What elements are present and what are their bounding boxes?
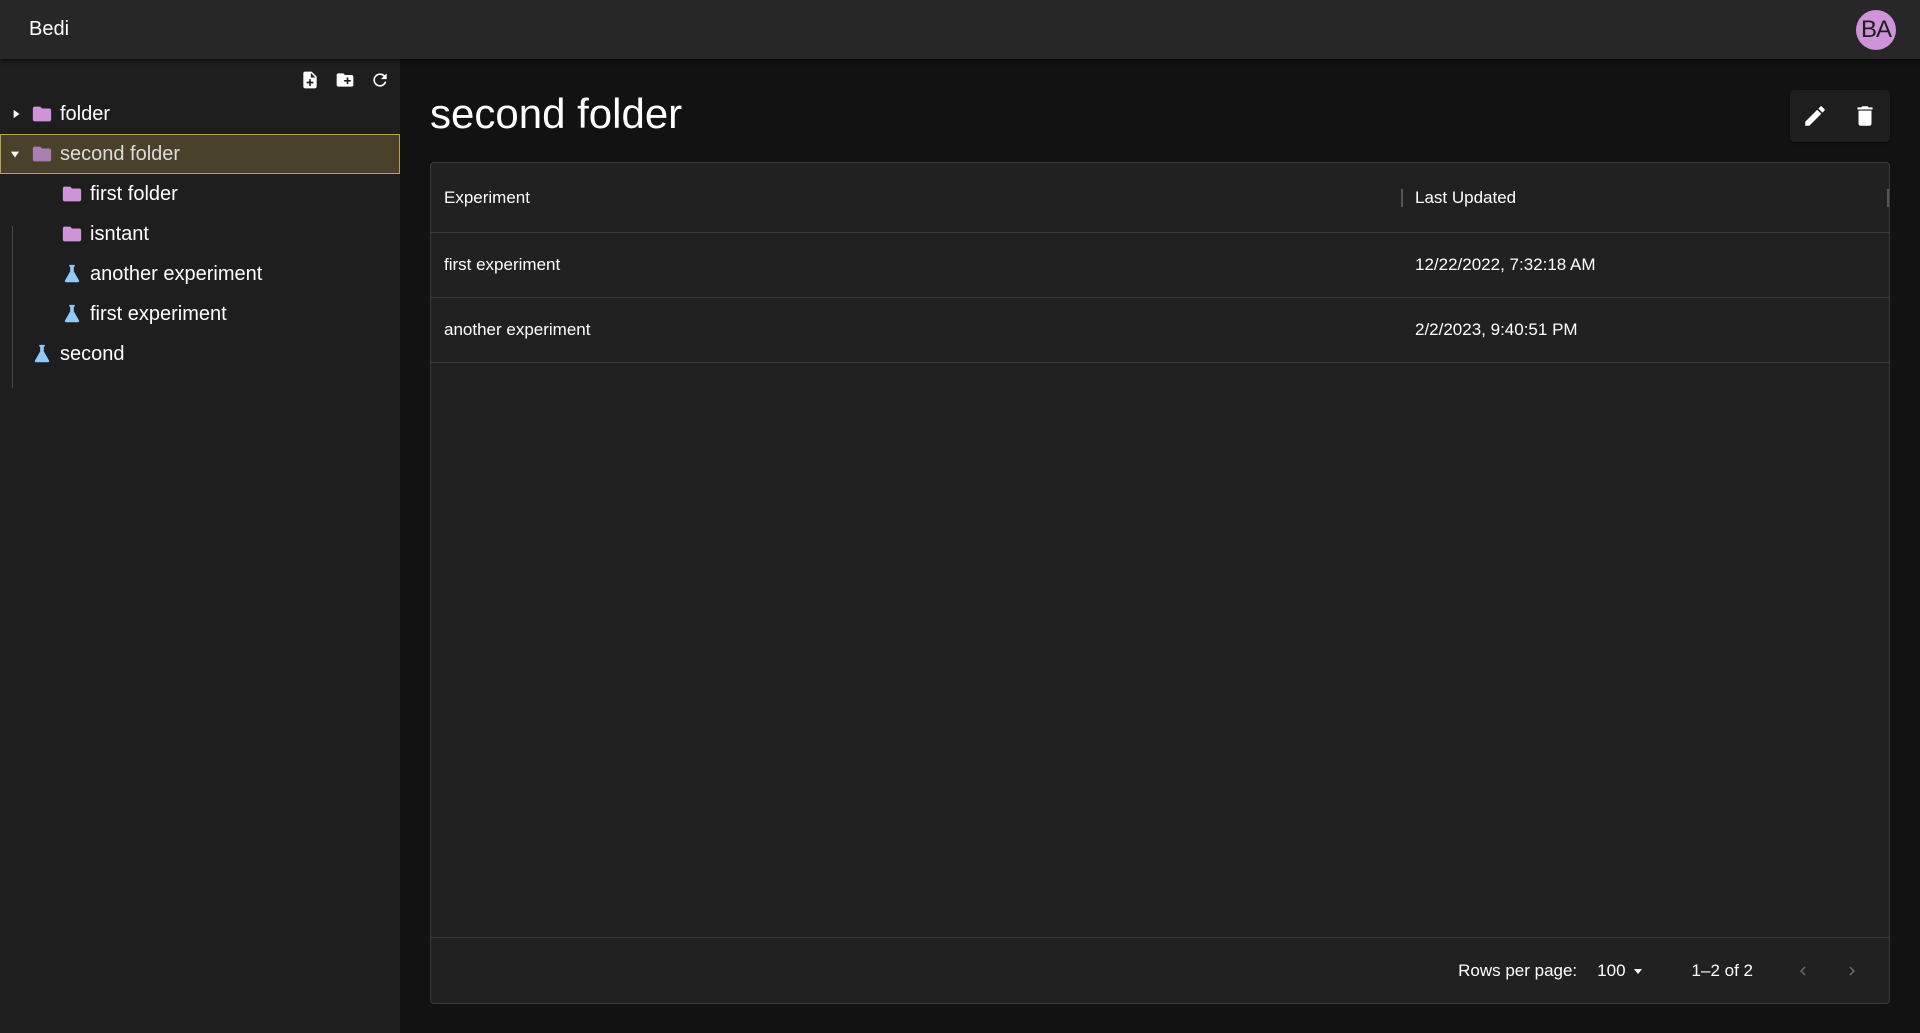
- chevron-right-icon[interactable]: [9, 107, 23, 121]
- refresh-icon: [373, 72, 387, 87]
- delete-button[interactable]: [1847, 98, 1883, 134]
- column-header-label: Last Updated: [1415, 187, 1517, 207]
- column-header-experiment[interactable]: Experiment: [431, 188, 1403, 208]
- flask-icon: [31, 343, 53, 365]
- previous-page-button[interactable]: [1791, 959, 1815, 983]
- caret-down-icon: [1633, 968, 1642, 974]
- file-plus-icon: [303, 71, 317, 88]
- tree-item-second[interactable]: second: [0, 334, 400, 374]
- column-header-label: Experiment: [444, 187, 530, 207]
- rows-per-page-label: Rows per page:: [1458, 960, 1578, 980]
- folder-icon: [31, 143, 53, 165]
- next-page-button[interactable]: [1840, 959, 1864, 983]
- tree-item-isntant[interactable]: isntant: [0, 214, 400, 254]
- sidebar-toolbar: [0, 59, 400, 94]
- tree-item-label: first folder: [90, 182, 178, 205]
- column-separator[interactable]: [1887, 188, 1889, 207]
- table-pagination: Rows per page: 100 1–2 of 2: [431, 937, 1889, 1003]
- folder-icon: [61, 183, 83, 205]
- app-bar: Bedi BA: [0, 0, 1920, 59]
- table-row[interactable]: first experiment 12/22/2022, 7:32:18 AM: [431, 233, 1889, 298]
- folder-icon: [61, 223, 83, 245]
- trash-icon: [1857, 106, 1873, 126]
- chevron-down-icon[interactable]: [8, 147, 22, 161]
- cell-experiment: first experiment: [444, 255, 561, 274]
- folder-icon: [31, 103, 53, 125]
- chevron-left-icon: [1800, 966, 1806, 975]
- main-header: second folder: [430, 86, 682, 142]
- avatar[interactable]: BA: [1856, 9, 1896, 50]
- new-experiment-button[interactable]: [298, 68, 322, 92]
- sidebar: folder second folder first folder isntan…: [0, 59, 400, 1033]
- tree-item-label: isntant: [90, 222, 149, 245]
- chevron-right-icon: [1849, 966, 1855, 975]
- pencil-icon: [1805, 106, 1825, 126]
- pagination-range: 1–2 of 2: [1691, 960, 1753, 980]
- tree-item-label: another experiment: [90, 262, 263, 285]
- tree-item-second-folder[interactable]: second folder: [0, 134, 400, 174]
- tree-item-label: second: [60, 342, 125, 365]
- new-folder-button[interactable]: [333, 68, 357, 92]
- cell-last-updated: 12/22/2022, 7:32:18 AM: [1415, 255, 1596, 274]
- edit-button[interactable]: [1797, 98, 1833, 134]
- flask-icon: [61, 263, 83, 285]
- tree-item-another-experiment[interactable]: another experiment: [0, 254, 400, 294]
- app-title: Bedi: [29, 18, 70, 40]
- tree-item-label: first experiment: [90, 302, 227, 325]
- rows-per-page-value: 100: [1597, 960, 1626, 980]
- folder-actions: [1790, 90, 1890, 142]
- flask-icon: [61, 303, 83, 325]
- cell-last-updated: 2/2/2023, 9:40:51 PM: [1415, 320, 1578, 339]
- folder-plus-icon: [336, 72, 354, 87]
- tree-item-first-folder[interactable]: first folder: [0, 174, 400, 214]
- file-tree: folder second folder first folder isntan…: [0, 94, 400, 388]
- page-title: second folder: [430, 90, 683, 137]
- refresh-button[interactable]: [368, 68, 392, 92]
- tree-item-label: second folder: [60, 142, 181, 165]
- tree-item-label: folder: [60, 102, 111, 125]
- table-header: Experiment Last Updated: [431, 163, 1889, 233]
- rows-per-page-select[interactable]: 100: [1597, 961, 1643, 981]
- experiments-table: Experiment Last Updated first experiment…: [430, 162, 1890, 1004]
- tree-item-first-experiment[interactable]: first experiment: [0, 294, 400, 334]
- cell-experiment: another experiment: [444, 320, 591, 339]
- table-row[interactable]: another experiment 2/2/2023, 9:40:51 PM: [431, 298, 1889, 363]
- tree-item-folder[interactable]: folder: [0, 94, 400, 134]
- column-header-last-updated[interactable]: Last Updated: [1403, 188, 1889, 208]
